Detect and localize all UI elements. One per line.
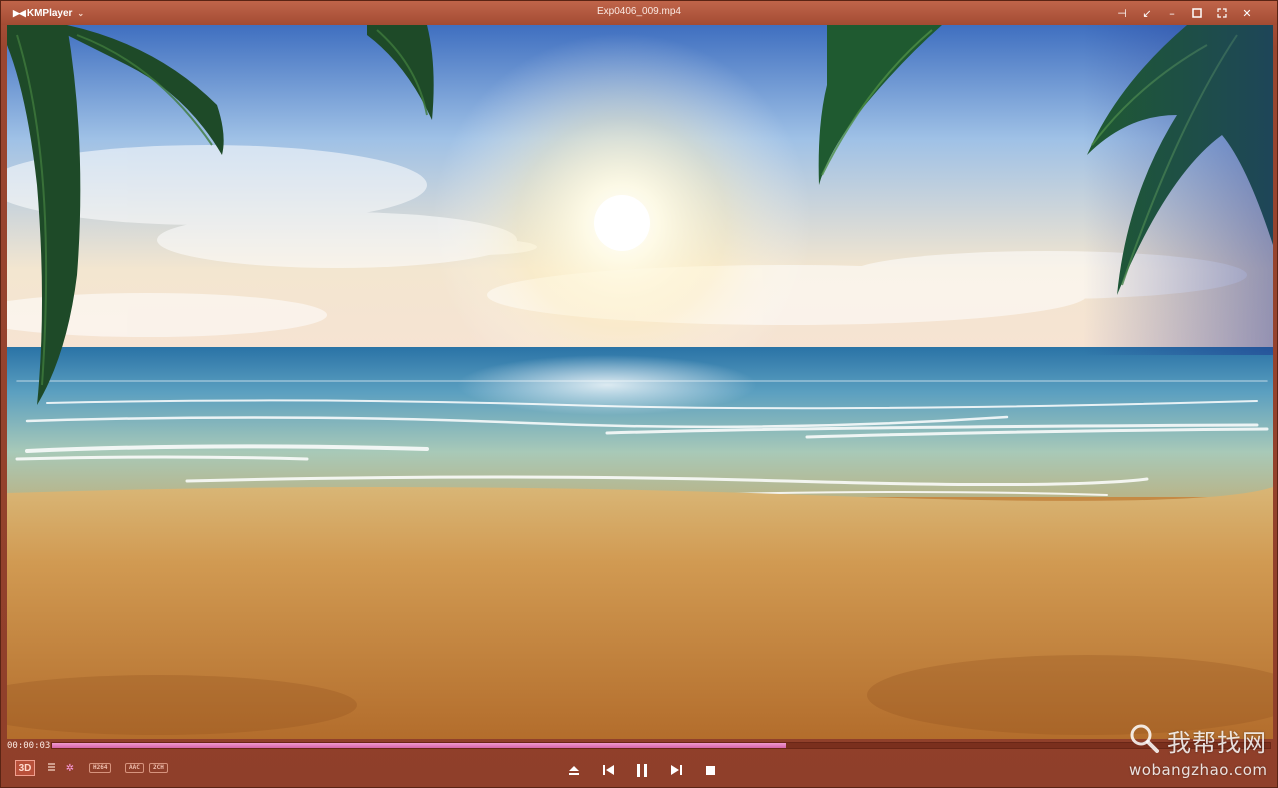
playlist-icon[interactable] [44,761,58,775]
current-time: 00:00:03 [7,741,51,751]
3d-button[interactable]: 3D [15,760,35,776]
gear-icon[interactable]: ✲ [63,761,77,775]
title-bar[interactable]: ▶◀ KMPlayer ⌄ Exp0406_009.mp4 ⊣ ↙ – ✕ [1,1,1277,25]
control-bar: 3D ✲ H264 AAC 2CH [1,755,1277,787]
audio-codec-badge: AAC [125,763,144,773]
next-icon[interactable] [666,760,686,780]
maximize-icon[interactable] [1189,5,1205,21]
video-codec-badge: H264 [89,763,112,773]
seek-progress [52,743,787,748]
seek-row: 00:00:03 [1,740,1277,752]
kmplayer-window: ▶◀ KMPlayer ⌄ Exp0406_009.mp4 ⊣ ↙ – ✕ 00… [0,0,1278,788]
close-icon[interactable]: ✕ [1239,5,1255,21]
stop-icon[interactable] [700,760,720,780]
video-frame[interactable] [7,25,1273,739]
compact-mode-icon[interactable]: ↙ [1139,5,1155,21]
seek-bar[interactable] [51,742,1271,749]
window-controls: ⊣ ↙ – ✕ [1114,4,1255,22]
minimize-icon[interactable]: – [1164,5,1180,21]
pin-icon[interactable]: ⊣ [1114,5,1130,21]
previous-icon[interactable] [598,760,618,780]
fullscreen-icon[interactable] [1214,5,1230,21]
beach-scene-image [7,25,1273,739]
pause-icon[interactable] [632,760,652,780]
window-title: Exp0406_009.mp4 [597,6,681,17]
eject-icon[interactable] [564,760,584,780]
transport-controls [564,759,720,781]
channel-badge: 2CH [149,763,168,773]
